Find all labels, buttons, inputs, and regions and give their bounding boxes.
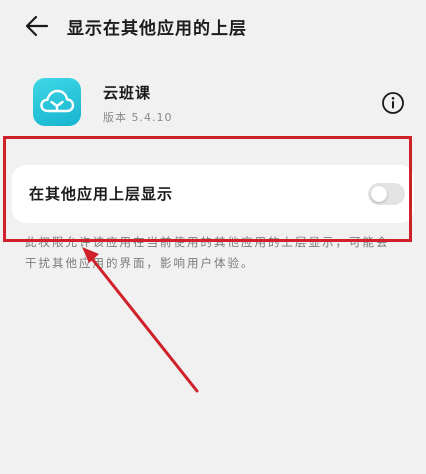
page-title: 显示在其他应用的上层 (67, 19, 247, 39)
overlay-permission-toggle[interactable] (368, 183, 405, 205)
overlay-permission-card: 在其他应用上层显示 (12, 165, 414, 223)
back-button[interactable] (22, 13, 52, 39)
app-info-row: 云班课 版本 5.4.10 (0, 72, 426, 136)
info-button[interactable] (381, 91, 405, 115)
cloud-class-app-icon (33, 78, 81, 126)
permission-description: 此权限允许该应用在当前使用的其他应用的上层显示，可能会干扰其他应用的界面，影响用… (25, 235, 390, 270)
toggle-knob (371, 186, 387, 202)
overlay-permission-label: 在其他应用上层显示 (29, 185, 174, 203)
app-name: 云班课 (103, 84, 152, 102)
back-arrow-icon (25, 15, 49, 37)
app-version: 版本 5.4.10 (103, 111, 173, 124)
top-bar: 显示在其他应用的上层 (0, 0, 426, 52)
info-icon (382, 92, 404, 114)
